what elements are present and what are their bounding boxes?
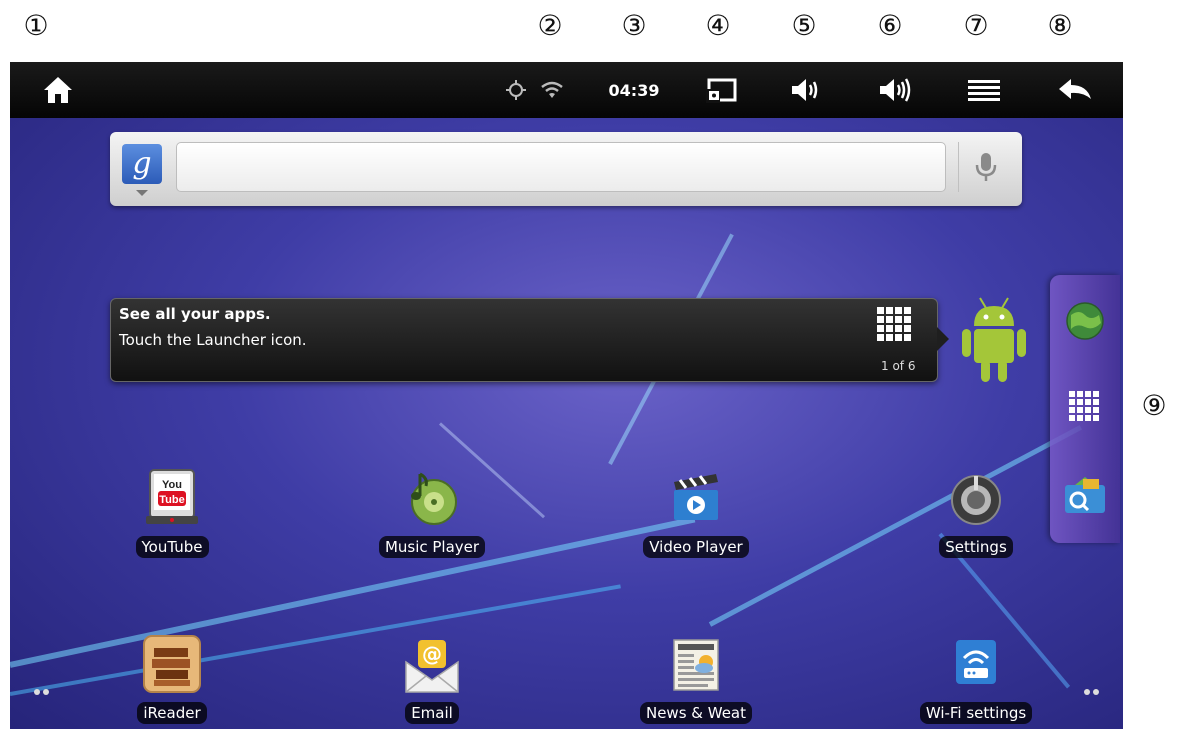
dock-search-app-button[interactable] [1061,471,1109,519]
callout-6: ⑥ [877,9,903,42]
volume-up-icon [880,78,911,102]
tip-title: See all your apps. [119,305,271,323]
browser-globe-icon [1066,302,1104,340]
app-label-text: Email [405,702,459,724]
volume-up-button[interactable] [874,62,918,118]
app-label: Video Player [606,536,786,558]
search-input[interactable] [176,142,946,192]
microphone-icon [975,153,997,181]
launcher-icon [1069,391,1099,421]
app-label: Settings [886,536,1066,558]
app-label: Music Player [342,536,522,558]
svg-text:@: @ [422,642,442,666]
video-player-icon [674,474,718,520]
tip-pointer [937,327,949,351]
callout-5: ⑤ [791,9,817,42]
youtube-icon: You Tube [146,469,198,524]
android-mascot-icon [962,297,1026,382]
svg-text:You: You [162,479,182,491]
app-label: iReader [82,702,262,724]
settings-icon [951,475,1001,525]
app-label-text: iReader [137,702,207,724]
gps-icon [506,80,526,100]
app-youtube[interactable]: You Tube YouTube [82,468,262,568]
callout-7: ⑦ [963,9,989,42]
tip-page-indicator: 1 of 6 [881,359,916,373]
clock-container: 04:39 [604,62,664,118]
app-label-text: Music Player [378,536,486,558]
app-label-text: Wi-Fi settings [919,702,1033,724]
screenshot-button[interactable] [700,62,744,118]
ireader-icon [143,635,201,693]
news-weather-icon [673,639,719,691]
home-icon [44,77,72,103]
app-label-text: News & Weat [639,702,753,724]
home-button[interactable] [36,62,80,118]
back-icon [1059,79,1091,99]
app-ireader[interactable]: iReader [82,635,262,729]
callout-4: ④ [705,9,731,42]
google-logo[interactable]: g [122,144,162,184]
menu-icon [968,80,1000,101]
callout-1: ① [23,9,49,42]
app-wifi-settings[interactable]: Wi-Fi settings [886,636,1066,729]
app-label-text: Video Player [643,536,749,558]
svg-text:Tube: Tube [159,494,184,506]
wifi-icon [541,81,563,98]
tablet-screen: 04:39 g See all your apps. Touch the Lau… [10,62,1123,729]
tip-body: Touch the Launcher icon. [119,331,307,349]
app-email[interactable]: @ Email [342,636,522,729]
search-source-caret-icon [136,190,148,196]
app-label: News & Weat [606,702,786,724]
app-label-text: YouTube [135,536,209,558]
music-player-icon [411,472,457,525]
status-bar: 04:39 [10,62,1123,118]
email-icon: @ [405,640,459,693]
app-label-text: Settings [939,536,1013,558]
back-button[interactable] [1050,62,1100,118]
launcher-tip-bubble[interactable]: See all your apps. Touch the Launcher ic… [110,298,949,382]
app-video-player[interactable]: Video Player [606,468,786,568]
page-indicator-left[interactable] [34,680,54,695]
wifi-settings-icon [956,640,996,684]
volume-down-button[interactable] [786,62,830,118]
clock: 04:39 [608,80,660,100]
dock-browser-button[interactable] [1061,297,1109,345]
callout-2: ② [537,9,563,42]
search-app-icon [1065,477,1105,513]
callout-3: ③ [621,9,647,42]
app-news-weather[interactable]: News & Weat [606,636,786,729]
page-indicator-right[interactable] [1084,680,1104,695]
callout-9: ⑨ [1141,389,1167,422]
gps-indicator [504,62,528,118]
app-music-player[interactable]: Music Player [342,468,522,568]
wifi-indicator [538,62,566,118]
voice-search-button[interactable] [958,142,1013,192]
google-search-widget: g [110,132,1022,206]
app-label: Wi-Fi settings [886,702,1066,724]
dock-launcher-button[interactable] [1061,383,1109,431]
app-label: YouTube [82,536,262,558]
screenshot-icon [706,78,737,103]
volume-down-icon [792,79,818,101]
app-label: Email [342,702,522,724]
menu-button[interactable] [962,62,1006,118]
app-settings[interactable]: Settings [886,468,1066,568]
launcher-grid-icon [877,307,911,341]
callout-8: ⑧ [1047,9,1073,42]
